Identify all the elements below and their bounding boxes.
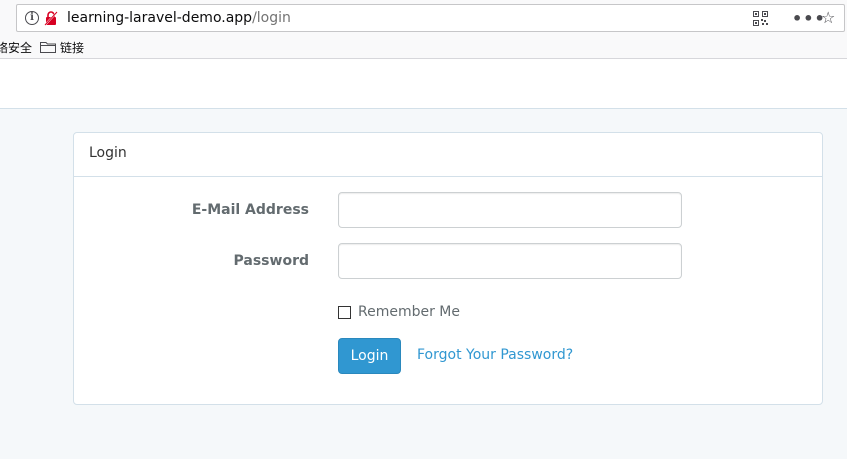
- app-navbar: [0, 59, 847, 109]
- forgot-password-link[interactable]: Forgot Your Password?: [417, 347, 573, 363]
- email-input[interactable]: [338, 192, 682, 228]
- bookmark-label: 络安全: [0, 40, 33, 55]
- remember-me-label[interactable]: Remember Me: [358, 304, 460, 320]
- browser-chrome: i learning-laravel-demo.app/login ••• ☆ …: [0, 0, 847, 59]
- bookmark-item[interactable]: 络安全: [0, 38, 32, 56]
- info-icon[interactable]: i: [25, 11, 39, 25]
- url-path: /login: [252, 10, 291, 26]
- remember-me-checkbox[interactable]: [338, 305, 351, 319]
- password-label: Password: [233, 253, 309, 269]
- insecure-connection-icon[interactable]: [44, 11, 58, 26]
- bookmark-star-icon[interactable]: ☆: [821, 8, 835, 27]
- login-panel: Login E-Mail Address Password Remember M…: [73, 132, 823, 405]
- password-input[interactable]: [338, 243, 682, 279]
- qr-code-icon[interactable]: [753, 11, 768, 26]
- url-text[interactable]: learning-laravel-demo.app/login: [67, 10, 291, 26]
- login-button[interactable]: Login: [338, 338, 401, 374]
- bookmark-label: 链接: [60, 40, 85, 55]
- panel-title: Login: [74, 133, 822, 177]
- bookmark-folder[interactable]: 链接: [40, 38, 84, 56]
- remember-me[interactable]: Remember Me: [338, 304, 460, 320]
- folder-icon: [40, 42, 56, 53]
- address-bar[interactable]: i learning-laravel-demo.app/login ••• ☆: [16, 4, 845, 32]
- email-label: E-Mail Address: [191, 202, 309, 218]
- url-host: learning-laravel-demo.app: [67, 10, 253, 26]
